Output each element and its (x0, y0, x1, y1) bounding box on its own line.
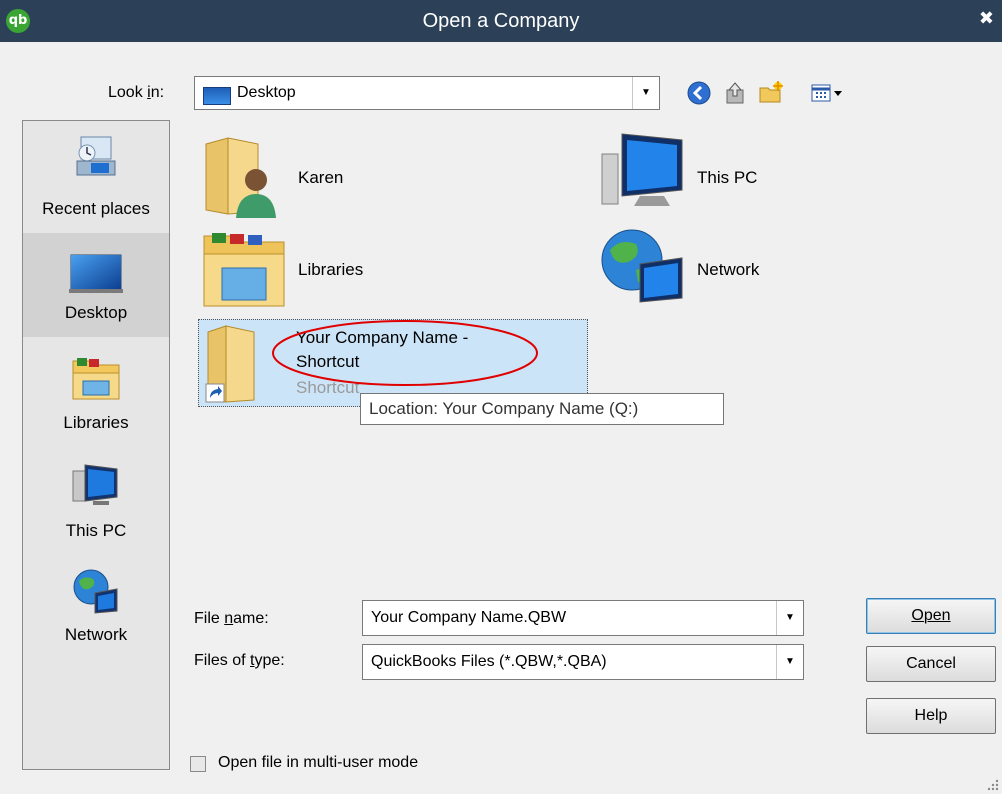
chevron-down-icon[interactable]: ▼ (776, 601, 803, 635)
filetype-label: Files of type: (194, 652, 285, 669)
file-name: Karen (298, 168, 344, 187)
libraries-icon (72, 358, 120, 400)
shortcut-folder-icon (205, 325, 255, 403)
back-icon[interactable] (686, 80, 712, 106)
file-name: This PC (697, 168, 758, 187)
view-menu-icon[interactable] (810, 80, 846, 106)
desktop-icon (69, 254, 123, 293)
place-libraries[interactable]: Libraries (23, 341, 169, 445)
new-folder-icon[interactable] (758, 80, 784, 106)
help-label: Help (914, 707, 948, 724)
filename-value: Your Company Name.QBW (371, 609, 567, 626)
network-icon (73, 569, 118, 614)
file-name: Libraries (298, 260, 364, 279)
place-label: This PC (65, 521, 127, 540)
multiuser-checkbox[interactable] (190, 756, 206, 772)
help-button[interactable]: Help (866, 698, 996, 734)
filename-label: File name: (194, 610, 269, 627)
libraries-folder-icon (203, 233, 285, 307)
place-label: Libraries (63, 413, 129, 432)
filetype-value: QuickBooks Files (*.QBW,*.QBA) (371, 653, 607, 670)
filetype-select[interactable]: QuickBooks Files (*.QBW,*.QBA) ▼ (362, 644, 804, 680)
annotation-circle (272, 320, 538, 386)
file-name: Network (697, 260, 760, 279)
this-pc-icon (601, 133, 683, 206)
filename-field[interactable]: Your Company Name.QBW ▼ (362, 600, 804, 636)
network-icon (601, 229, 683, 303)
chevron-down-icon[interactable]: ▼ (632, 77, 659, 109)
up-folder-icon[interactable] (722, 80, 748, 106)
place-label: Network (64, 625, 128, 644)
places-bar: Recent places Desktop Libraries This PC (22, 120, 170, 770)
place-label: Desktop (64, 303, 128, 322)
lookin-label: Look in: (108, 84, 165, 101)
resize-grip-icon[interactable] (986, 778, 1000, 792)
chevron-down-icon[interactable]: ▼ (776, 645, 803, 679)
open-button[interactable]: Open (866, 598, 996, 634)
place-recent-places[interactable]: Recent places (23, 121, 169, 231)
user-folder-icon (205, 137, 276, 218)
recent-places-icon (76, 136, 116, 176)
place-desktop[interactable]: Desktop (23, 233, 169, 337)
cancel-button[interactable]: Cancel (866, 646, 996, 682)
lookin-dropdown[interactable]: Desktop ▼ (194, 76, 660, 110)
window-title: Open a Company (422, 10, 580, 32)
place-this-pc[interactable]: This PC (23, 449, 169, 553)
cancel-label: Cancel (906, 655, 956, 672)
lookin-value: Desktop (237, 84, 296, 101)
desktop-icon (203, 87, 231, 105)
place-network[interactable]: Network (23, 557, 169, 661)
open-label: Open (911, 607, 951, 624)
location-tooltip: Location: Your Company Name (Q:) (360, 393, 724, 425)
close-icon[interactable]: ✖ (979, 8, 994, 29)
this-pc-icon (72, 464, 118, 505)
multiuser-label: Open file in multi-user mode (218, 754, 419, 771)
place-label: Recent places (42, 199, 150, 218)
